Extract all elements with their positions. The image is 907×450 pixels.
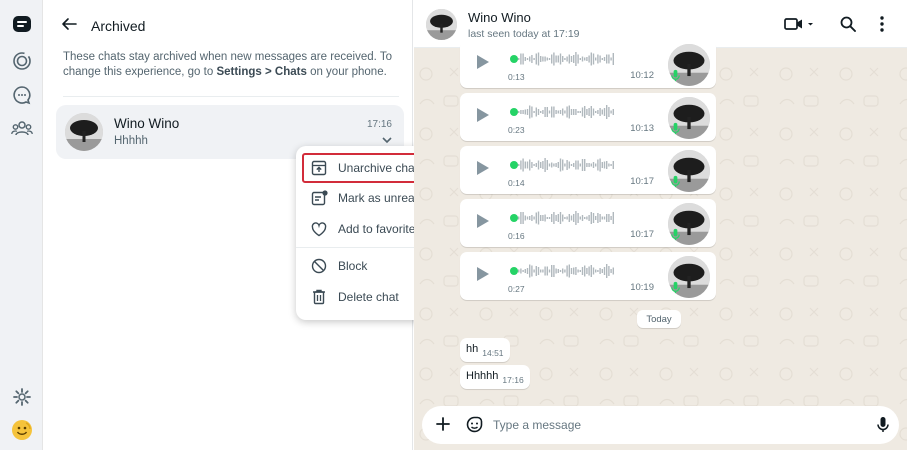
voice-message-bubble[interactable]: 0:14 10:17 — [460, 146, 716, 194]
message-input[interactable]: Type a message — [493, 418, 581, 432]
video-call-icon[interactable] — [784, 14, 814, 34]
settings-path: Settings > Chats — [216, 66, 307, 78]
message-time: 14:51 — [482, 348, 504, 358]
message-time: 10:12 — [630, 70, 654, 81]
block-icon — [310, 257, 328, 275]
voice-duration: 0:16 — [508, 231, 525, 241]
playback-position-dot[interactable] — [510, 161, 518, 169]
whatsapp-web-app: Archived These chats stay archived when … — [0, 0, 907, 450]
menu-item-label: Unarchive chat — [338, 161, 419, 175]
more-options-icon[interactable] — [880, 14, 884, 34]
playback-position-dot[interactable] — [510, 108, 518, 116]
voice-duration: 0:14 — [508, 178, 525, 188]
waveform[interactable] — [518, 261, 618, 281]
voice-duration: 0:13 — [508, 72, 525, 82]
voice-message-bubble[interactable]: 0:13 10:12 — [460, 40, 716, 88]
voice-message-bubble[interactable]: 0:23 10:13 — [460, 93, 716, 141]
contact-avatar[interactable] — [426, 9, 457, 40]
waveform[interactable] — [518, 208, 618, 228]
microphone-icon — [671, 175, 680, 193]
sticker-icon[interactable] — [466, 416, 483, 438]
mark-unread-icon — [310, 189, 328, 207]
message-text: hh — [466, 343, 479, 355]
divider — [63, 96, 399, 97]
message-time: 10:19 — [630, 282, 654, 293]
menu-item-label: Block — [338, 259, 368, 273]
voice-message-bubble[interactable]: 0:27 10:19 — [460, 252, 716, 300]
archived-panel: Archived These chats stay archived when … — [43, 0, 444, 450]
play-icon[interactable] — [476, 160, 490, 181]
back-arrow-icon[interactable] — [61, 16, 77, 37]
microphone-icon — [671, 122, 680, 140]
archived-header: Archived — [61, 16, 145, 36]
play-icon[interactable] — [476, 107, 490, 128]
heart-icon — [310, 220, 328, 238]
microphone-icon[interactable] — [877, 416, 889, 438]
unarchive-icon — [310, 159, 328, 177]
voice-message-bubble[interactable]: 0:16 10:17 — [460, 199, 716, 247]
play-icon[interactable] — [476, 54, 490, 75]
playback-position-dot[interactable] — [510, 267, 518, 275]
play-icon[interactable] — [476, 213, 490, 234]
menu-item-label: Mark as unread — [338, 191, 422, 205]
chat-time: 17:16 — [366, 119, 392, 130]
waveform[interactable] — [518, 155, 618, 175]
message-time: 17:16 — [502, 375, 524, 385]
communities-icon[interactable] — [11, 117, 33, 139]
chat-preview: Hhhhh — [114, 135, 148, 147]
conversation-pane: Wino Wino last seen today at 17:19 0:13 1… — [414, 0, 907, 450]
chats-icon[interactable] — [11, 13, 33, 35]
archived-note-tail: on your phone. — [306, 66, 387, 78]
date-divider: Today — [637, 310, 681, 328]
voice-duration: 0:23 — [508, 125, 525, 135]
waveform[interactable] — [518, 49, 618, 69]
playback-position-dot[interactable] — [510, 55, 518, 63]
archived-title: Archived — [91, 18, 146, 34]
contact-avatar — [65, 113, 103, 151]
plus-icon[interactable] — [436, 417, 450, 436]
menu-item-label: Add to favorites — [338, 222, 422, 236]
microphone-icon — [671, 281, 680, 299]
profile-avatar[interactable] — [11, 419, 33, 441]
compose-bar: Type a message — [422, 406, 899, 444]
contact-name: Wino Wino — [468, 10, 531, 25]
chat-name: Wino Wino — [114, 116, 180, 131]
settings-gear-icon[interactable] — [11, 386, 33, 408]
last-seen-status: last seen today at 17:19 — [468, 28, 580, 40]
microphone-icon — [671, 69, 680, 87]
message-time: 10:17 — [630, 176, 654, 187]
message-bubble[interactable]: Hhhhh 17:16 — [460, 365, 530, 389]
nav-rail — [0, 0, 43, 450]
message-bubble[interactable]: hh 14:51 — [460, 338, 510, 362]
message-time: 10:17 — [630, 229, 654, 240]
message-text: Hhhhh — [466, 370, 499, 382]
playback-position-dot[interactable] — [510, 214, 518, 222]
status-icon[interactable] — [11, 50, 33, 72]
archived-note: These chats stay archived when new messa… — [63, 50, 393, 80]
search-icon[interactable] — [840, 14, 856, 34]
waveform[interactable] — [518, 102, 618, 122]
trash-icon — [310, 288, 328, 306]
microphone-icon — [671, 228, 680, 246]
menu-item-label: Delete chat — [338, 290, 399, 304]
message-time: 10:13 — [630, 123, 654, 134]
channels-icon[interactable] — [11, 84, 33, 106]
play-icon[interactable] — [476, 266, 490, 287]
voice-duration: 0:27 — [508, 284, 525, 294]
